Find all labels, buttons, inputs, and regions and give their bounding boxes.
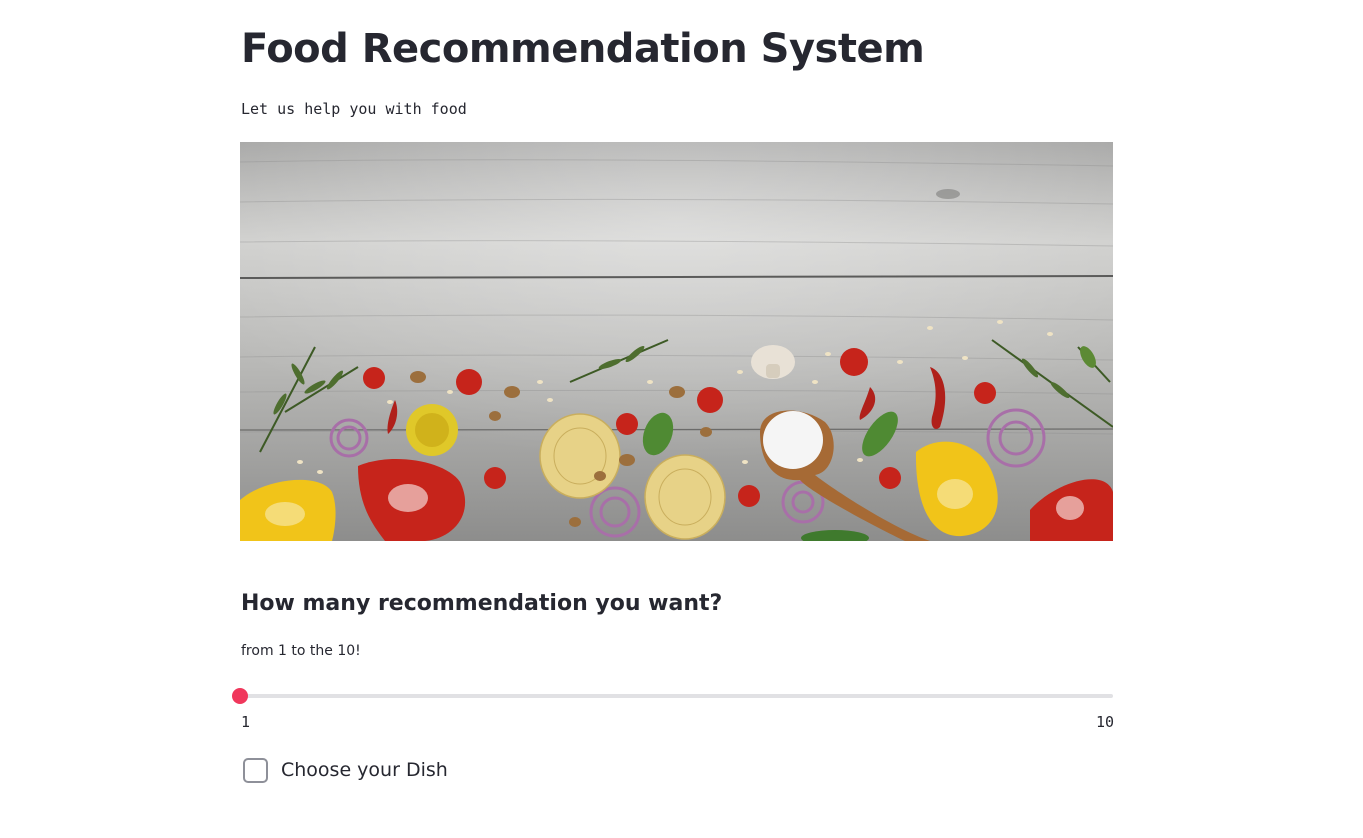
slider-thumb[interactable]: [232, 688, 248, 704]
recommendation-count-heading: How many recommendation you want?: [241, 591, 723, 616]
slider-track[interactable]: [240, 694, 1113, 698]
recommendation-count-slider[interactable]: [232, 686, 1113, 708]
slider-max-label: 10: [1095, 713, 1114, 731]
page-title: Food Recommendation System: [241, 26, 925, 72]
checkbox-box[interactable]: [243, 757, 268, 783]
recommendation-range-caption: from 1 to the 10!: [241, 643, 361, 659]
slider-min-label: 1: [241, 713, 251, 731]
main-content: Food Recommendation System Let us help y…: [232, 0, 1114, 838]
choose-dish-label[interactable]: Choose your Dish: [281, 759, 448, 781]
food-banner-image: [240, 142, 1113, 541]
choose-dish-checkbox[interactable]: Choose your Dish: [243, 756, 448, 784]
page-subtitle: Let us help you with food: [241, 100, 467, 118]
